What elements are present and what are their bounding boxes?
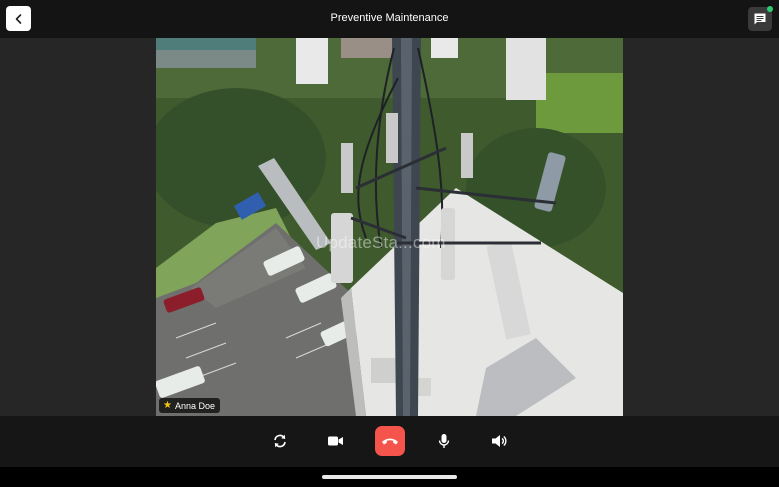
aerial-tower-image <box>156 38 623 416</box>
home-gesture-pill[interactable] <box>322 475 457 479</box>
speaker-button[interactable] <box>487 429 511 453</box>
participant-name: Anna Doe <box>174 400 215 411</box>
top-bar: Preventive Maintenance <box>0 0 779 38</box>
chat-icon <box>754 13 766 25</box>
watermark: UpdateSta...com <box>316 233 446 252</box>
phone-hangup-icon <box>382 438 398 445</box>
page-title: Preventive Maintenance <box>330 12 449 24</box>
rotate-icon <box>274 434 286 448</box>
participant-name-tag: ★ Anna Doe <box>159 398 220 413</box>
microphone-icon <box>438 434 450 448</box>
speaker-icon <box>492 435 507 447</box>
video-stage: UpdateSta...com ★ Anna Doe <box>0 38 779 416</box>
video-feed[interactable]: UpdateSta...com ★ Anna Doe <box>156 38 623 416</box>
star-icon: ★ <box>163 399 172 411</box>
switch-camera-button[interactable] <box>268 429 292 453</box>
microphone-button[interactable] <box>432 429 456 453</box>
call-controls-bar <box>0 416 779 467</box>
end-call-button[interactable] <box>375 426 405 456</box>
chat-notification-dot <box>767 6 773 12</box>
system-nav-bar <box>0 467 779 487</box>
chat-button[interactable] <box>748 6 773 31</box>
video-camera-icon <box>327 436 343 446</box>
camera-button[interactable] <box>323 429 347 453</box>
